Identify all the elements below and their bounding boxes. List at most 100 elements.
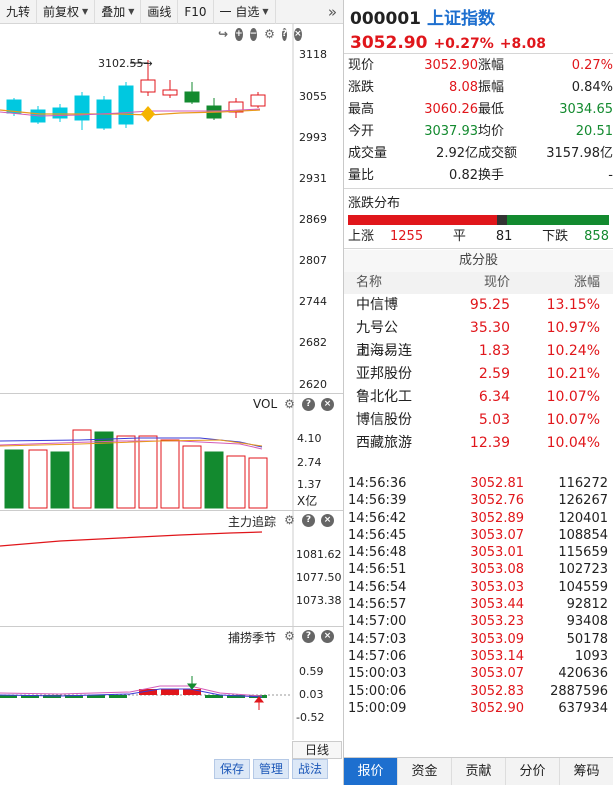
component-row[interactable]: 博信股份 5.03 10.07% bbox=[344, 409, 613, 432]
up-arrow-icon bbox=[253, 696, 265, 710]
tick-volume: 93408 bbox=[566, 614, 608, 630]
tick-time: 15:00:09 bbox=[348, 700, 407, 716]
component-name: 中信博 bbox=[356, 297, 398, 313]
tab-funds[interactable]: 资金 bbox=[398, 758, 452, 785]
tick-row: 14:56:45 3053.07 108854 bbox=[344, 527, 613, 544]
stat-label: 涨幅 bbox=[478, 58, 505, 73]
components-header: 名称 现价 涨幅 bbox=[344, 272, 613, 294]
vol-panel-tools: ⚙ ? × bbox=[283, 398, 334, 411]
tick-volume: 420636 bbox=[558, 666, 608, 682]
vol-title: VOL bbox=[253, 397, 278, 411]
component-row[interactable]: 西藏旅游 12.39 10.04% bbox=[344, 432, 613, 455]
season-axis-label: -0.52 bbox=[296, 711, 325, 724]
component-row[interactable]: 上海易连 1.83 10.24% bbox=[344, 340, 613, 363]
divider bbox=[0, 510, 343, 511]
trace-title: 主力追踪 bbox=[228, 515, 277, 529]
component-row[interactable]: 亚邦股份 2.59 10.21% bbox=[344, 363, 613, 386]
tick-price: 3053.09 bbox=[470, 631, 524, 647]
volume-bar bbox=[138, 435, 158, 509]
manage-button[interactable]: 管理 bbox=[253, 759, 290, 779]
gear-icon[interactable]: ⚙ bbox=[283, 630, 296, 643]
quote-tabs: 报价 资金 贡献 分价 筹码 bbox=[344, 757, 613, 785]
trace-panel-tools: ⚙ ? × bbox=[283, 514, 334, 527]
stat-label: 量比 bbox=[348, 168, 375, 183]
component-pct: 10.24% bbox=[546, 343, 600, 359]
tab-contribution[interactable]: 贡献 bbox=[452, 758, 506, 785]
tick-time: 14:56:48 bbox=[348, 545, 407, 561]
stat-label: 振幅 bbox=[478, 80, 505, 95]
help-icon[interactable]: ? bbox=[302, 630, 315, 643]
close-icon[interactable]: × bbox=[321, 398, 334, 411]
tick-price: 3052.83 bbox=[470, 683, 524, 699]
stat-value: 0.27% bbox=[571, 58, 613, 73]
stat-value: 0.82 bbox=[449, 168, 478, 183]
tab-price-dist[interactable]: 分价 bbox=[506, 758, 560, 785]
price-axis-label: 2807 bbox=[299, 254, 327, 267]
candle-body bbox=[162, 89, 178, 96]
help-icon[interactable]: ? bbox=[302, 514, 315, 527]
season-bar bbox=[161, 689, 179, 695]
chart-buttons: 保存 管理 战法 bbox=[214, 759, 329, 779]
stat-value: 2.92亿 bbox=[436, 146, 478, 161]
component-price: 12.39 bbox=[469, 435, 510, 451]
tick-row: 14:56:54 3053.03 104559 bbox=[344, 579, 613, 596]
stat-value: 3052.90 bbox=[424, 58, 478, 73]
tick-time: 14:56:54 bbox=[348, 579, 407, 595]
tick-time: 14:56:57 bbox=[348, 597, 407, 613]
component-row[interactable]: 鲁北化工 6.34 10.07% bbox=[344, 386, 613, 409]
down-bar bbox=[506, 215, 609, 225]
tick-time: 14:56:39 bbox=[348, 493, 407, 509]
stat-label: 现价 bbox=[348, 58, 375, 73]
tick-row: 14:57:03 3053.09 50178 bbox=[344, 631, 613, 648]
gear-icon[interactable]: ⚙ bbox=[283, 398, 296, 411]
flat-count: 81 bbox=[495, 229, 513, 244]
tick-price: 3052.81 bbox=[470, 476, 524, 491]
close-icon[interactable]: × bbox=[321, 630, 334, 643]
tick-time: 14:56:51 bbox=[348, 562, 407, 578]
component-price: 1.83 bbox=[478, 343, 510, 359]
gear-icon[interactable]: ⚙ bbox=[283, 514, 296, 527]
tab-quote[interactable]: 报价 bbox=[344, 758, 398, 785]
period-daily[interactable]: 日线 bbox=[292, 741, 342, 759]
distribution-title: 涨跌分布 bbox=[348, 196, 401, 211]
tick-price: 3053.14 bbox=[470, 648, 524, 664]
stats-grid: 现价 3052.90 涨幅 0.27% 涨跌 8.08 振幅 0.84% 最高 3060.26 最低… bbox=[344, 55, 613, 187]
close-icon[interactable]: × bbox=[321, 514, 334, 527]
volume-bar bbox=[248, 457, 268, 509]
vol-axis-label: 4.10 bbox=[297, 432, 322, 445]
quote-panel: 000001 上证指数 3052.90 +0.27% +8.08 现价 3052.90 涨… bbox=[343, 0, 613, 785]
trace-axis-label: 1073.38 bbox=[296, 594, 342, 607]
help-icon[interactable]: ? bbox=[302, 398, 315, 411]
component-name: 博信股份 bbox=[356, 412, 412, 428]
save-button[interactable]: 保存 bbox=[214, 759, 251, 779]
tick-row: 14:56:48 3053.01 115659 bbox=[344, 544, 613, 561]
chart-area: 九转 前复权 ▼ 叠加 ▼ 画线 F10 一 自选 ▼ » ↪ + − ⚙ ? × 3… bbox=[0, 0, 343, 785]
stat-label: 成交额 bbox=[478, 146, 518, 161]
component-pct: 13.15% bbox=[546, 297, 600, 313]
tick-price: 3053.03 bbox=[470, 579, 524, 595]
stock-name[interactable]: 上证指数 bbox=[427, 9, 495, 29]
stat-label: 成交量 bbox=[348, 146, 388, 161]
season-line bbox=[0, 685, 263, 697]
tick-time: 15:00:03 bbox=[348, 666, 407, 682]
candle-body bbox=[52, 107, 68, 119]
component-name: 亚邦股份 bbox=[356, 366, 412, 382]
tactic-button[interactable]: 战法 bbox=[292, 759, 329, 779]
component-row[interactable]: 中信博 95.25 13.15% bbox=[344, 294, 613, 317]
candle-body bbox=[74, 95, 90, 121]
component-row[interactable]: 九号公司-... 35.30 10.97% bbox=[344, 317, 613, 359]
tab-chips[interactable]: 筹码 bbox=[560, 758, 613, 785]
tick-row: 14:56:51 3053.08 102723 bbox=[344, 561, 613, 578]
up-count: 1255 bbox=[390, 229, 424, 244]
tick-time: 14:57:00 bbox=[348, 614, 407, 630]
vol-unit: X亿 bbox=[297, 494, 318, 508]
volume-bar bbox=[204, 451, 224, 509]
tick-row: 14:56:36 3052.81 116272 bbox=[344, 475, 613, 492]
tick-row: 14:56:57 3053.44 92812 bbox=[344, 596, 613, 613]
stat-value: 3034.65 bbox=[559, 102, 613, 117]
component-pct: 10.07% bbox=[546, 412, 600, 428]
stat-value: 8.08 bbox=[449, 80, 478, 95]
price-axis-label: 3055 bbox=[299, 90, 327, 103]
component-name: 鲁北化工 bbox=[356, 389, 412, 405]
component-price: 2.59 bbox=[478, 366, 510, 382]
